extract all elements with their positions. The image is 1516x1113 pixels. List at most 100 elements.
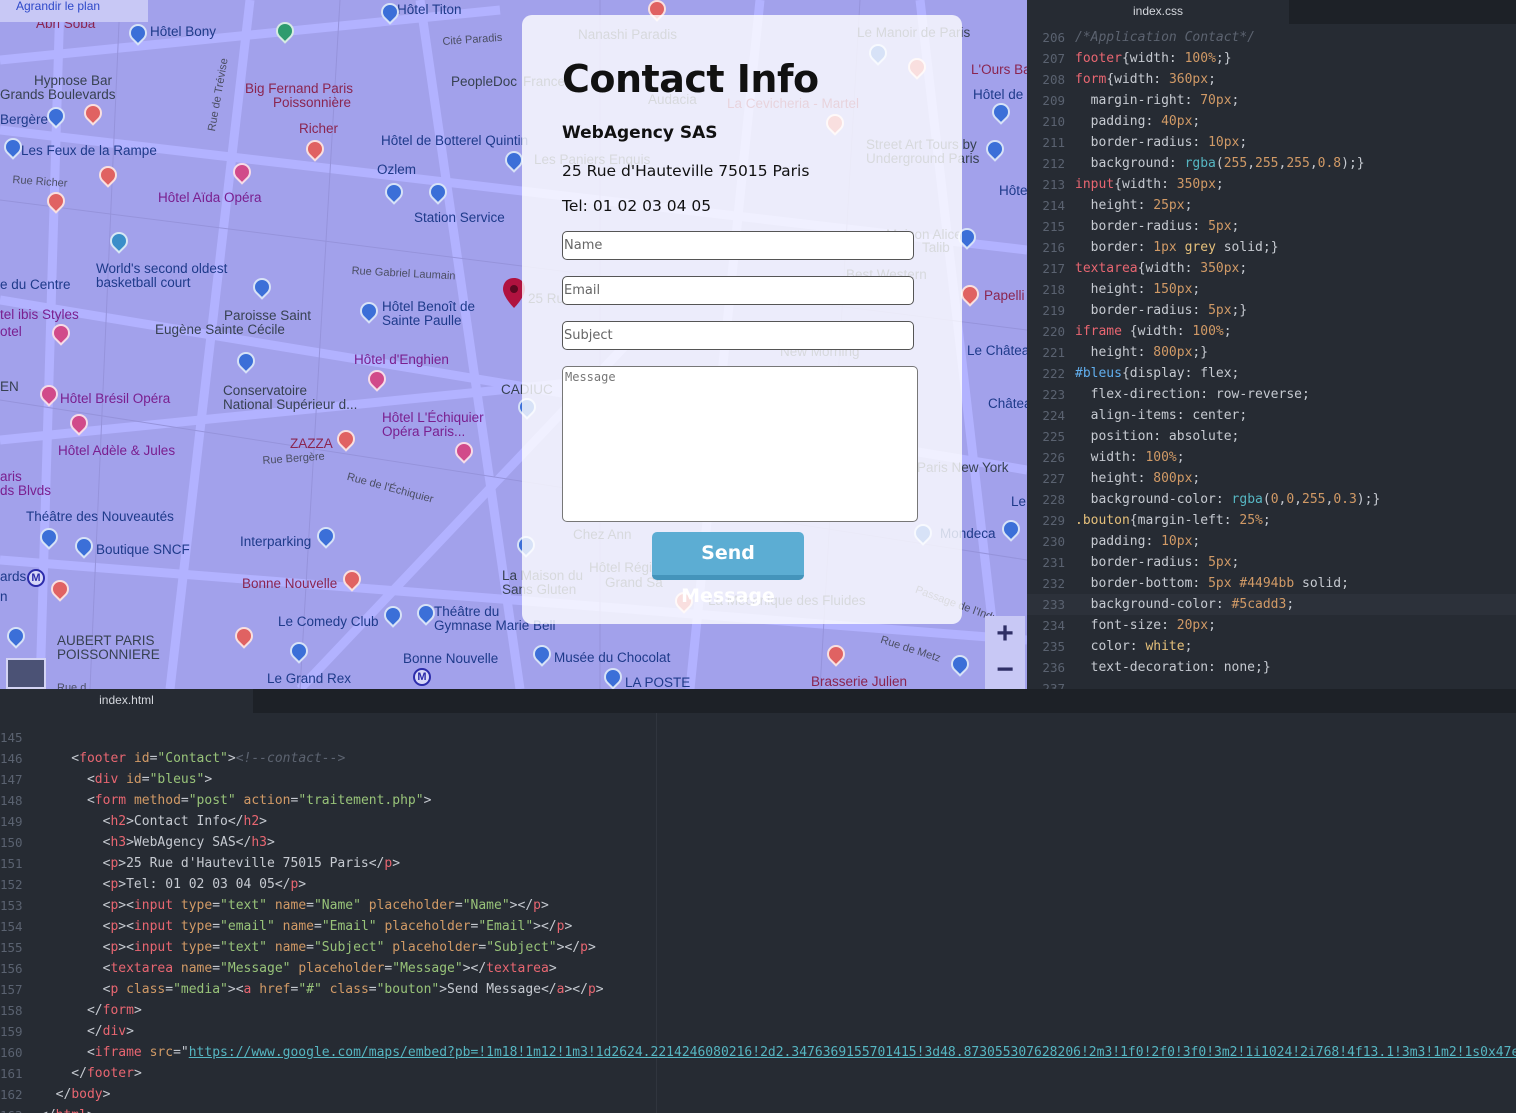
map-place-label[interactable]: Eugène Sainte Cécile bbox=[155, 323, 285, 337]
zoom-out-button[interactable]: − bbox=[985, 652, 1025, 688]
code-line[interactable]: 163 </html> bbox=[0, 1105, 1516, 1113]
map-place-label[interactable]: n bbox=[0, 590, 8, 604]
code-line[interactable]: 151 <p>25 Rue d'Hauteville 75015 Paris</… bbox=[0, 853, 1516, 874]
map-place-label[interactable]: Hôtel d'Enghien bbox=[354, 353, 449, 367]
code-line[interactable]: 216 border: 1px grey solid;} bbox=[1027, 237, 1516, 258]
map-place-label[interactable]: National Supérieur d... bbox=[223, 398, 357, 412]
map-place-label[interactable]: Papelli bbox=[984, 289, 1025, 303]
map-place-label[interactable]: Hôtel L'Échiquier bbox=[382, 411, 484, 425]
code-line[interactable]: 209 margin-right: 70px; bbox=[1027, 90, 1516, 111]
map-place-label[interactable]: aris bbox=[0, 470, 22, 484]
map-place-label[interactable]: Station Service bbox=[414, 211, 505, 225]
code-line[interactable]: 230 padding: 10px; bbox=[1027, 531, 1516, 552]
enlarge-map-link[interactable]: Agrandir le plan bbox=[0, 0, 148, 22]
map-place-label[interactable]: Grands Boulevards bbox=[0, 88, 116, 102]
code-line[interactable]: 150 <h3>WebAgency SAS</h3> bbox=[0, 832, 1516, 853]
zoom-in-button[interactable]: + bbox=[985, 616, 1025, 652]
map-place-label[interactable]: EN bbox=[0, 380, 19, 394]
code-line[interactable]: 158 </form> bbox=[0, 1000, 1516, 1021]
code-line[interactable]: 233 background-color: #5cadd3; bbox=[1027, 594, 1516, 615]
code-line[interactable]: 206 /*Application Contact*/ bbox=[1027, 27, 1516, 48]
map-place-label[interactable]: ds Blvds bbox=[0, 484, 51, 498]
send-message-button[interactable]: Send Message bbox=[652, 532, 804, 607]
map-place-label[interactable]: Le Grand Rex bbox=[267, 672, 351, 686]
map-place-label[interactable]: Hypnose Bar bbox=[34, 74, 112, 88]
map-place-label[interactable]: Rue d bbox=[57, 681, 86, 689]
map-place-label[interactable]: Big Fernand Paris bbox=[245, 82, 353, 96]
map-place-label[interactable]: Boutique SNCF bbox=[96, 543, 190, 557]
map-place-label[interactable]: Hôtel Benoît de bbox=[382, 300, 475, 314]
code-line[interactable]: 148 <form method="post" action="traiteme… bbox=[0, 790, 1516, 811]
map-place-label[interactable]: Hôtel Brésil Opéra bbox=[60, 392, 170, 406]
tab-index-html[interactable]: index.html bbox=[0, 689, 253, 713]
css-editor-pane[interactable]: index.css 206 /*Application Contact*/ 207 f… bbox=[1027, 0, 1516, 689]
code-line[interactable]: 232 border-bottom: 5px #4494bb solid; bbox=[1027, 573, 1516, 594]
map-place-label[interactable]: Ozlem bbox=[377, 163, 416, 177]
map-place-label[interactable]: Hôte bbox=[999, 184, 1027, 198]
code-line[interactable]: 226 width: 100%; bbox=[1027, 447, 1516, 468]
map-place-label[interactable]: otel bbox=[0, 325, 22, 339]
code-line[interactable]: 145 bbox=[0, 727, 1516, 748]
map-place-label[interactable]: PeopleDoc bbox=[451, 75, 517, 89]
map-place-label[interactable]: ards bbox=[0, 570, 26, 584]
code-line[interactable]: 235 color: white; bbox=[1027, 636, 1516, 657]
map-place-label[interactable]: Le Comedy Club bbox=[278, 615, 379, 629]
map-place-label[interactable]: Hôtel Adèle & Jules bbox=[58, 444, 175, 458]
code-line[interactable]: 223 flex-direction: row-reverse; bbox=[1027, 384, 1516, 405]
satellite-view-thumbnail[interactable] bbox=[6, 658, 46, 689]
map-place-label[interactable]: Sainte Paulle bbox=[382, 314, 462, 328]
map-place-label[interactable]: AUBERT PARIS bbox=[57, 634, 155, 648]
code-line[interactable]: 156 <textarea name="Message" placeholder… bbox=[0, 958, 1516, 979]
map-place-label[interactable]: Les Feux de la Rampe bbox=[21, 144, 157, 158]
map-place-label[interactable]: Le Châtea bbox=[967, 344, 1027, 358]
map-place-label[interactable]: Brasserie Julien bbox=[811, 675, 907, 689]
code-line[interactable]: 222 #bleus{display: flex; bbox=[1027, 363, 1516, 384]
code-line[interactable]: 217 textarea{width: 350px; bbox=[1027, 258, 1516, 279]
map-place-label[interactable]: ZAZZA bbox=[290, 437, 333, 451]
code-line[interactable]: 224 align-items: center; bbox=[1027, 405, 1516, 426]
code-line[interactable]: 153 <p><input type="text" name="Name" pl… bbox=[0, 895, 1516, 916]
html-editor-pane[interactable]: index.html 145 146 <footer id="Contact"><… bbox=[0, 689, 1516, 1113]
map-place-label[interactable]: Richer bbox=[299, 122, 338, 136]
metro-icon[interactable]: M bbox=[27, 569, 45, 587]
code-line[interactable]: 228 background-color: rgba(0,0,255,0.3);… bbox=[1027, 489, 1516, 510]
map-place-label[interactable]: Hôtel de Botterel Quintin bbox=[381, 134, 528, 148]
code-line[interactable]: 157 <p class="media"><a href="#" class="… bbox=[0, 979, 1516, 1000]
code-line[interactable]: 225 position: absolute; bbox=[1027, 426, 1516, 447]
code-line[interactable]: 154 <p><input type="email" name="Email" … bbox=[0, 916, 1516, 937]
email-input[interactable] bbox=[562, 276, 914, 305]
map-place-label[interactable]: Interparking bbox=[240, 535, 311, 549]
message-textarea[interactable] bbox=[562, 366, 918, 522]
code-line[interactable]: 221 height: 800px;} bbox=[1027, 342, 1516, 363]
code-line[interactable]: 159 </div> bbox=[0, 1021, 1516, 1042]
map-place-label[interactable]: Théâtre du bbox=[434, 605, 499, 619]
code-line[interactable]: 152 <p>Tel: 01 02 03 04 05</p> bbox=[0, 874, 1516, 895]
code-line[interactable]: 214 height: 25px; bbox=[1027, 195, 1516, 216]
map-place-label[interactable]: Hôtel Titon bbox=[397, 3, 462, 17]
map-place-label[interactable]: Hôtel de bbox=[973, 88, 1023, 102]
code-line[interactable]: 220 iframe {width: 100%; bbox=[1027, 321, 1516, 342]
map-place-label[interactable]: tel ibis Styles bbox=[0, 308, 79, 322]
map-place-label[interactable]: Bonne Nouvelle bbox=[403, 652, 498, 666]
code-line[interactable]: 161 </footer> bbox=[0, 1063, 1516, 1084]
code-line[interactable]: 231 border-radius: 5px; bbox=[1027, 552, 1516, 573]
code-line[interactable]: 162 </body> bbox=[0, 1084, 1516, 1105]
code-line[interactable]: 146 <footer id="Contact"><!--contact--> bbox=[0, 748, 1516, 769]
code-line[interactable]: 155 <p><input type="text" name="Subject"… bbox=[0, 937, 1516, 958]
code-line[interactable]: 218 height: 150px; bbox=[1027, 279, 1516, 300]
code-line[interactable]: 234 font-size: 20px; bbox=[1027, 615, 1516, 636]
map-place-label[interactable]: POISSONNIERE bbox=[57, 648, 160, 662]
map-place-label[interactable]: Hôtel Bony bbox=[150, 25, 216, 39]
code-line[interactable]: 236 text-decoration: none;} bbox=[1027, 657, 1516, 678]
code-line[interactable]: 237 bbox=[1027, 678, 1516, 689]
code-line[interactable]: 208 form{width: 360px; bbox=[1027, 69, 1516, 90]
map-place-label[interactable]: Bonne Nouvelle bbox=[242, 577, 337, 591]
code-line[interactable]: 212 background: rgba(255,255,255,0.8);} bbox=[1027, 153, 1516, 174]
css-code-area[interactable]: 206/*Application Contact*/207 footer{widt… bbox=[1027, 24, 1516, 689]
map-place-label[interactable]: Opéra Paris... bbox=[382, 425, 465, 439]
code-line[interactable]: 207 footer{width: 100%;} bbox=[1027, 48, 1516, 69]
code-line[interactable]: 160 <iframe src="https://www.google.com/… bbox=[0, 1042, 1516, 1063]
map-place-label[interactable]: Le bbox=[1011, 495, 1026, 509]
map-place-label[interactable]: Hôtel Aïda Opéra bbox=[158, 191, 262, 205]
map-place-label[interactable]: Conservatoire bbox=[223, 384, 307, 398]
